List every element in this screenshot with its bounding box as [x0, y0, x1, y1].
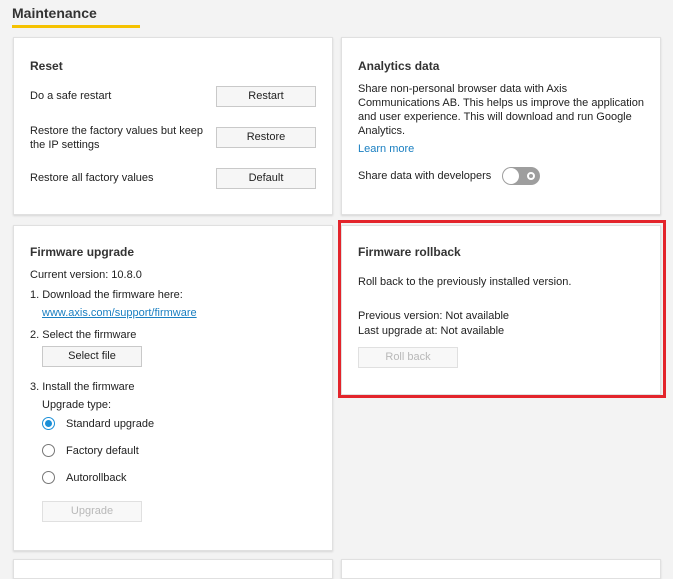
analytics-card: Analytics data Share non-personal browse… — [341, 37, 661, 215]
step3-label: 3. Install the firmware — [30, 381, 135, 393]
firmware-upgrade-title: Firmware upgrade — [30, 245, 135, 259]
step2-label: 2. Select the firmware — [30, 329, 137, 341]
share-data-toggle[interactable] — [502, 167, 540, 185]
autorollback-label[interactable]: Autorollback — [66, 472, 127, 484]
factory-default-radio[interactable] — [42, 444, 55, 457]
share-data-label: Share data with developers — [358, 170, 492, 182]
title-underline — [12, 25, 140, 28]
learn-more-link[interactable]: Learn more — [358, 143, 414, 155]
safe-restart-label: Do a safe restart — [30, 90, 112, 102]
upgrade-button[interactable]: Upgrade — [42, 501, 142, 522]
firmware-download-link[interactable]: www.axis.com/support/firmware — [42, 307, 197, 319]
standard-upgrade-radio[interactable] — [42, 417, 55, 430]
analytics-description: Share non-personal browser data with Axi… — [358, 83, 644, 137]
default-button[interactable]: Default — [216, 168, 316, 189]
page-title: Maintenance — [12, 5, 97, 21]
restart-button[interactable]: Restart — [216, 86, 316, 107]
step1-label: 1. Download the firmware here: — [30, 289, 183, 301]
select-file-button[interactable]: Select file — [42, 346, 142, 367]
reset-title: Reset — [30, 59, 63, 73]
factory-default-label[interactable]: Factory default — [66, 445, 139, 457]
current-version: Current version: 10.8.0 — [30, 269, 142, 281]
toggle-off-icon — [527, 172, 535, 180]
restore-label: Restore the factory values but keep the … — [30, 125, 204, 151]
analytics-title: Analytics data — [358, 59, 440, 73]
reset-card: Reset Do a safe restart Restart Restore … — [13, 37, 333, 215]
firmware-upgrade-card: Firmware upgrade Current version: 10.8.0… — [13, 225, 333, 551]
upgrade-type-label: Upgrade type: — [42, 399, 112, 411]
toggle-knob — [503, 168, 519, 184]
restore-button[interactable]: Restore — [216, 127, 316, 148]
restore-all-label: Restore all factory values — [30, 172, 154, 184]
standard-upgrade-label[interactable]: Standard upgrade — [66, 418, 154, 430]
bottom-left-card-edge — [13, 559, 333, 579]
bottom-right-card-edge — [341, 559, 661, 579]
rollback-highlight-frame — [338, 220, 666, 398]
autorollback-radio[interactable] — [42, 471, 55, 484]
